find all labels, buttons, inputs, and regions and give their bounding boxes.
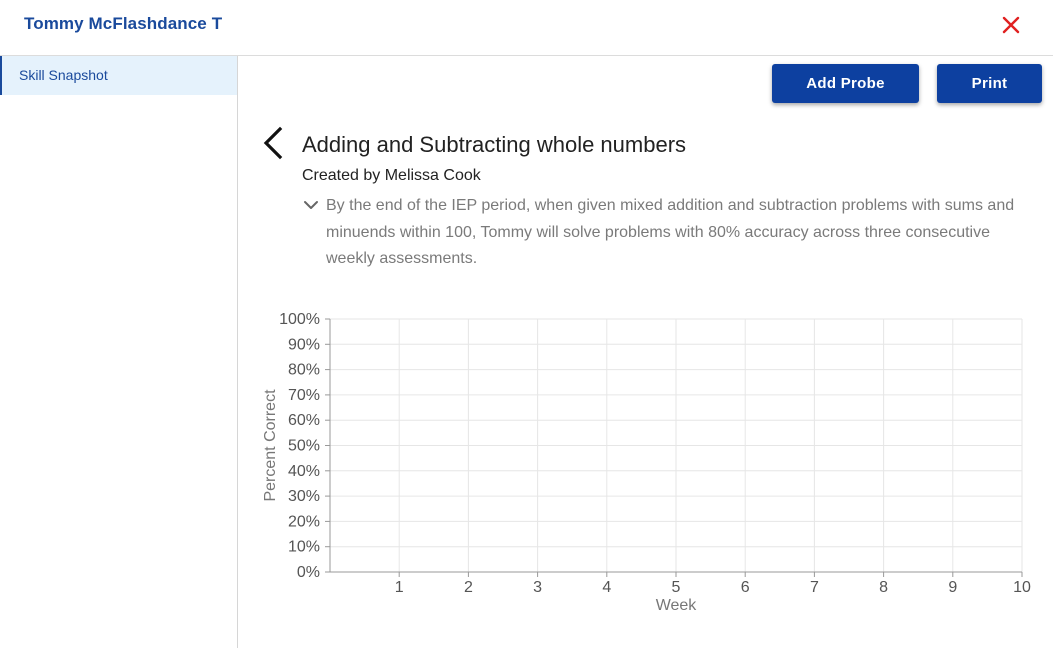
y-tick-label: 60% (288, 412, 320, 429)
x-tick-label: 9 (948, 579, 957, 596)
sidebar-item-label: Skill Snapshot (19, 67, 108, 83)
chart-ticks: 0% 10% 20% 30% 40% 50% 60% 70% 80% 90% 100% 1 2 3 4 5 6 7… (279, 311, 1031, 596)
progress-chart: 0% 10% 20% 30% 40% 50% 60% 70% 80% 90% 100% 1 2 3 4 5 6 7… (262, 311, 1031, 614)
x-tick-label: 6 (741, 579, 750, 596)
y-tick-label: 40% (288, 463, 320, 480)
goal-description: By the end of the IEP period, when given… (326, 197, 1015, 267)
expand-description-button[interactable] (302, 197, 320, 213)
chevron-left-icon (263, 126, 283, 160)
y-tick-label: 80% (288, 362, 320, 379)
add-probe-button[interactable]: Add Probe (772, 64, 919, 103)
y-tick-label: 0% (297, 564, 320, 581)
x-tick-label: 4 (602, 579, 611, 596)
y-tick-label: 50% (288, 438, 320, 455)
chevron-down-icon (304, 201, 318, 209)
back-button[interactable] (258, 124, 290, 164)
y-tick-label: 20% (288, 513, 320, 530)
sidebar-item-skill-snapshot[interactable]: Skill Snapshot (0, 56, 237, 95)
app-header: Tommy McFlashdance T (0, 0, 1053, 56)
x-tick-label: 8 (879, 579, 888, 596)
close-icon (1002, 16, 1020, 34)
y-tick-label: 10% (288, 539, 320, 556)
y-tick-label: 70% (288, 387, 320, 404)
close-button[interactable] (996, 10, 1026, 40)
x-tick-label: 1 (395, 579, 404, 596)
goal-title: Adding and Subtracting whole numbers (302, 132, 687, 157)
x-tick-label: 2 (464, 579, 473, 596)
student-name: Tommy McFlashdance T (24, 14, 223, 33)
print-button[interactable]: Print (937, 64, 1042, 103)
y-tick-label: 90% (288, 336, 320, 353)
x-tick-label: 10 (1013, 579, 1031, 596)
goal-author: Created by Melissa Cook (302, 167, 481, 184)
x-tick-label: 3 (533, 579, 542, 596)
chart-axes (325, 318, 1023, 577)
sidebar: Skill Snapshot (0, 56, 238, 648)
x-tick-label: 7 (810, 579, 819, 596)
x-tick-label: 5 (672, 579, 681, 596)
x-axis-label: Week (656, 597, 698, 614)
y-axis-label: Percent Correct (262, 389, 279, 502)
y-tick-label: 100% (279, 311, 320, 328)
y-tick-label: 30% (288, 488, 320, 505)
chart-grid (330, 318, 1023, 573)
